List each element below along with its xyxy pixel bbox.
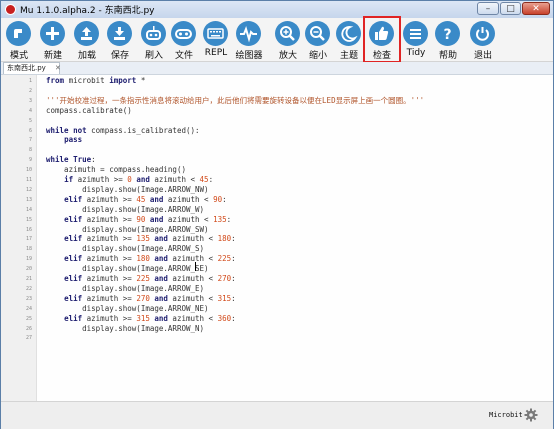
minimize-button[interactable]: – [477,2,499,15]
code-line[interactable]: display.show(Image.ARROW_E) [46,284,204,294]
quit-button[interactable]: 退出 [468,18,498,61]
quit-button-label: 退出 [473,51,492,61]
app-window: Mu 1.1.0.alpha.2 - 东南西北.py – □ ✕ 模式 新建 加… [0,0,554,429]
line-number: 7 [28,137,32,144]
plus-icon [40,21,65,46]
line-number: 13 [25,196,32,203]
theme-button[interactable]: 主题 [334,18,364,61]
line-number: 27 [25,335,32,342]
line-number: 15 [25,216,32,223]
code-line[interactable]: elif azimuth >= 180 and azimuth < 225: [46,254,236,264]
code-line[interactable]: elif azimuth >= 90 and azimuth < 135: [46,215,231,225]
line-number: 9 [28,157,32,164]
tab-file[interactable]: 东南西北.py ✕ [3,62,61,74]
upload-icon [74,21,99,46]
plotter-icon [236,21,261,46]
code-line[interactable]: elif azimuth >= 270 and azimuth < 315: [46,294,236,304]
code-line[interactable]: elif azimuth >= 45 and azimuth < 90: [46,195,227,205]
code-line[interactable]: display.show(Image.ARROW_W) [46,205,204,215]
zoom-in-icon [275,21,300,46]
code-editor[interactable]: 1 2 3 4 5 6 7 8 9 10 11 12 13 14 15 16 17 18 19 20 21 22 23 24 2… [1,74,553,402]
code-line[interactable]: elif azimuth >= 315 and azimuth < 360: [46,314,236,324]
line-number: 12 [25,186,32,193]
window-title: Mu 1.1.0.alpha.2 - 东南西北.py [20,6,155,16]
thumbs-up-icon [369,21,394,46]
files-icon [171,21,196,46]
code-line[interactable]: elif azimuth >= 135 and azimuth < 180: [46,234,236,244]
code-line[interactable]: display.show(Image.ARROW_S) [46,244,204,254]
line-number: 22 [25,285,32,292]
code-line[interactable]: compass.calibrate() [46,106,132,116]
line-number: 2 [28,87,32,94]
save-button[interactable]: 保存 [105,18,135,61]
line-number: 3 [28,97,32,104]
svg-text:?: ? [443,27,451,43]
line-number: 17 [25,236,32,243]
mode-button[interactable]: 模式 [4,18,34,61]
line-number: 5 [28,117,32,124]
line-number: 26 [25,325,32,332]
load-button[interactable]: 加载 [72,18,102,61]
check-button[interactable]: 检查 [363,16,401,63]
new-button[interactable]: 新建 [38,18,68,61]
toolbar: 模式 新建 加载 保存 刷入 文件 REPL 绘图器 放大 缩小 主题 检查 T… [1,16,553,63]
line-number: 21 [25,276,32,282]
line-number: 25 [25,315,32,322]
line-number: 23 [25,295,32,302]
line-number: 4 [28,107,32,114]
mode-icon [6,21,31,46]
keyboard-icon [203,21,228,46]
text-caret [195,262,196,271]
line-number: 11 [25,177,32,183]
line-number: 10 [25,167,32,174]
tab-close-icon[interactable]: ✕ [55,63,61,73]
line-number: 14 [25,206,32,213]
line-number: 16 [25,226,32,233]
tab-bar: 东南西北.py ✕ [1,62,553,74]
line-number-gutter: 1 2 3 4 5 6 7 8 9 10 11 12 13 14 15 16 17 18 19 20 21 22 23 24 2… [1,75,37,402]
line-number: 20 [25,266,32,273]
line-number: 8 [28,147,32,154]
flash-icon [141,21,166,46]
code-line[interactable]: azimuth = compass.heading() [46,165,186,175]
help-button[interactable]: ? 帮助 [433,18,463,61]
line-number: 19 [25,256,32,263]
code-line[interactable]: display.show(Image.ARROW_N) [46,324,204,334]
code-line[interactable]: from microbit import * [46,76,145,86]
line-number: 18 [25,246,32,253]
code-line[interactable]: while True: [46,155,96,165]
repl-button[interactable]: REPL [201,18,231,61]
line-number: 24 [25,305,32,312]
title-bar[interactable]: Mu 1.1.0.alpha.2 - 东南西北.py – □ ✕ [1,1,553,18]
code-line[interactable]: display.show(Image.ARROW_NE) [46,304,208,314]
board-mode-label: Microbit [489,411,523,419]
code-line[interactable]: pass [46,135,82,145]
zoom-out-icon [305,21,330,46]
line-number: 6 [28,127,32,134]
moon-icon [336,21,361,46]
maximize-button[interactable]: □ [500,2,521,15]
code-line[interactable]: while not compass.is_calibrated(): [46,126,200,136]
status-bar: Microbit [1,401,553,429]
code-line[interactable]: if azimuth >= 0 and azimuth < 45: [46,175,213,185]
tab-file-label: 东南西北.py [7,64,46,72]
code-line[interactable]: display.show(Image.ARROW_NW) [46,185,208,195]
plotter-button-label: 绘图器 [235,51,263,61]
mu-app-icon [5,4,16,15]
gear-icon[interactable] [524,408,538,422]
help-icon: ? [435,21,460,46]
tidy-icon [403,21,428,46]
plotter-button[interactable]: 绘图器 [234,18,264,61]
code-line[interactable]: '''开始校准过程，一条指示性消息将滚动给用户，此后他们将需要旋转设备以便在LE… [46,96,424,106]
line-number: 1 [28,78,32,84]
code-line[interactable]: elif azimuth >= 225 and azimuth < 270: [46,274,236,284]
download-icon [107,21,132,46]
power-icon [470,21,495,46]
close-button[interactable]: ✕ [522,2,550,15]
code-line[interactable]: display.show(Image.ARROW_SW) [46,225,208,235]
code-line[interactable]: display.show(Image.ARROW_SE) [46,264,208,274]
